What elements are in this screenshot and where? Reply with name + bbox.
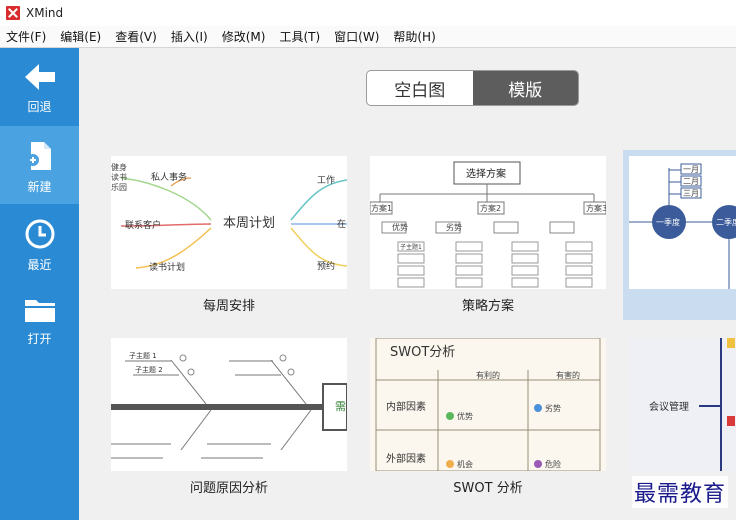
menu-bar: 文件(F) 编辑(E) 查看(V) 插入(I) 修改(M) 工具(T) 窗口(W… xyxy=(0,26,736,48)
arrow-left-icon xyxy=(24,64,55,90)
template-thumbnail: 需 子主题 1 子主题 2 xyxy=(111,338,347,471)
swot-weak: 劣势 xyxy=(545,403,561,413)
swot-opp: 机会 xyxy=(457,459,473,469)
back-label: 回退 xyxy=(27,100,52,114)
new-button[interactable]: 新建 xyxy=(0,126,79,204)
recent-label: 最近 xyxy=(27,258,52,272)
menu-modify[interactable]: 修改(M) xyxy=(222,28,266,45)
menu-insert[interactable]: 插入(I) xyxy=(171,28,208,45)
template-name: 问题原因分析 xyxy=(189,481,268,496)
swot-h2: 有害的 xyxy=(556,370,580,380)
strategy-sub: 子主题1 xyxy=(400,243,422,251)
template-name: 年 xyxy=(629,295,736,314)
template-thumbnail: 会议管理 xyxy=(629,338,736,471)
clock-icon xyxy=(25,219,54,249)
weekly-topic-2: 联系客户 xyxy=(125,219,161,231)
swot-row-2: 外部因素 xyxy=(386,452,426,465)
menu-window[interactable]: 窗口(W) xyxy=(334,28,379,45)
menu-view[interactable]: 查看(V) xyxy=(115,28,157,45)
title-bar: XMind xyxy=(0,0,736,26)
template-card-fishbone[interactable]: 需 子主题 1 子主题 2 问题原因分析 xyxy=(111,338,347,496)
weekly-topic-1: 私人事务 xyxy=(151,171,187,183)
template-thumbnail: SWOT分析 有利的 有害的 内部因素 外部因素 优势 劣势 机会 危险 xyxy=(370,338,606,471)
sidebar: 回退 新建 最近 打开 xyxy=(0,48,79,520)
weekly-sub-1: 健身 xyxy=(111,162,127,172)
menu-help[interactable]: 帮助(H) xyxy=(393,28,435,45)
strategy-b: 方案2 xyxy=(480,203,501,213)
mode-toggle: 空白图 模版 xyxy=(366,70,579,106)
template-name: 每周安排 xyxy=(202,299,255,314)
folder-icon xyxy=(24,300,55,322)
menu-file[interactable]: 文件(F) xyxy=(6,28,46,45)
strategy-c: 方案3 xyxy=(586,203,606,213)
template-card-year[interactable]: 一月 二月 三月 一季度 二季度 年 xyxy=(623,150,736,320)
menu-tools[interactable]: 工具(T) xyxy=(279,28,320,45)
swot-risk: 危险 xyxy=(545,459,561,469)
swot-row-1: 内部因素 xyxy=(386,400,426,413)
template-thumbnail: 选择方案 方案1 方案2 方案3 优势 劣势 子主题1 xyxy=(370,156,606,289)
template-name: 策略方案 xyxy=(461,299,514,314)
template-card-meeting[interactable]: 会议管理 xyxy=(629,338,736,471)
window-title: XMind xyxy=(26,6,64,20)
weekly-topic-6: 预约 xyxy=(317,260,335,272)
recent-button[interactable]: 最近 xyxy=(0,204,79,282)
swot-h1: 有利的 xyxy=(476,370,500,380)
strategy-pro: 优势 xyxy=(392,222,408,232)
template-name: SWOT 分析 xyxy=(453,481,523,496)
new-file-icon xyxy=(26,142,51,170)
watermark: 最需教育 xyxy=(631,476,728,508)
template-card-strategy[interactable]: 选择方案 方案1 方案2 方案3 优势 劣势 子主题1 策略方案 xyxy=(370,156,606,314)
year-m3: 三月 xyxy=(683,189,699,198)
year-m2: 二月 xyxy=(683,177,699,186)
weekly-sub-3: 乐园 xyxy=(111,182,127,192)
template-gallery: 空白图 模版 健身 读书 乐园 私人事务 联系客户 读书计划 本周计划 工作 在… xyxy=(79,48,736,520)
back-button[interactable]: 回退 xyxy=(0,48,79,126)
new-label: 新建 xyxy=(27,180,52,194)
fishbone-sub-2: 子主题 2 xyxy=(135,365,163,374)
menu-edit[interactable]: 编辑(E) xyxy=(60,28,101,45)
year-q2: 二季度 xyxy=(716,217,736,227)
swot-adv: 优势 xyxy=(457,411,473,421)
year-q1: 一季度 xyxy=(656,217,680,227)
xmind-logo-icon xyxy=(6,6,20,20)
blank-map-tab[interactable]: 空白图 xyxy=(367,71,473,105)
open-label: 打开 xyxy=(27,332,52,346)
weekly-topic-5: 在 xyxy=(337,218,346,230)
year-m1: 一月 xyxy=(683,165,699,174)
strategy-con: 劣势 xyxy=(446,222,462,232)
weekly-center: 本周计划 xyxy=(223,216,275,231)
weekly-topic-3: 读书计划 xyxy=(149,261,185,273)
template-thumbnail: 一月 二月 三月 一季度 二季度 xyxy=(629,156,736,289)
meeting-label: 会议管理 xyxy=(649,400,689,413)
weekly-sub-2: 读书 xyxy=(111,172,127,182)
template-card-weekly[interactable]: 健身 读书 乐园 私人事务 联系客户 读书计划 本周计划 工作 在 预约 每周安… xyxy=(111,156,347,314)
weekly-topic-4: 工作 xyxy=(317,174,335,186)
strategy-a: 方案1 xyxy=(371,203,392,213)
open-button[interactable]: 打开 xyxy=(0,282,79,360)
strategy-root: 选择方案 xyxy=(466,167,506,180)
fishbone-sub-1: 子主题 1 xyxy=(129,351,157,360)
template-tab[interactable]: 模版 xyxy=(472,71,578,105)
fishbone-head: 需 xyxy=(335,400,346,413)
swot-title: SWOT分析 xyxy=(390,345,455,360)
template-card-swot[interactable]: SWOT分析 有利的 有害的 内部因素 外部因素 优势 劣势 机会 危险 SWO… xyxy=(370,338,606,496)
template-thumbnail: 健身 读书 乐园 私人事务 联系客户 读书计划 本周计划 工作 在 预约 xyxy=(111,156,347,289)
